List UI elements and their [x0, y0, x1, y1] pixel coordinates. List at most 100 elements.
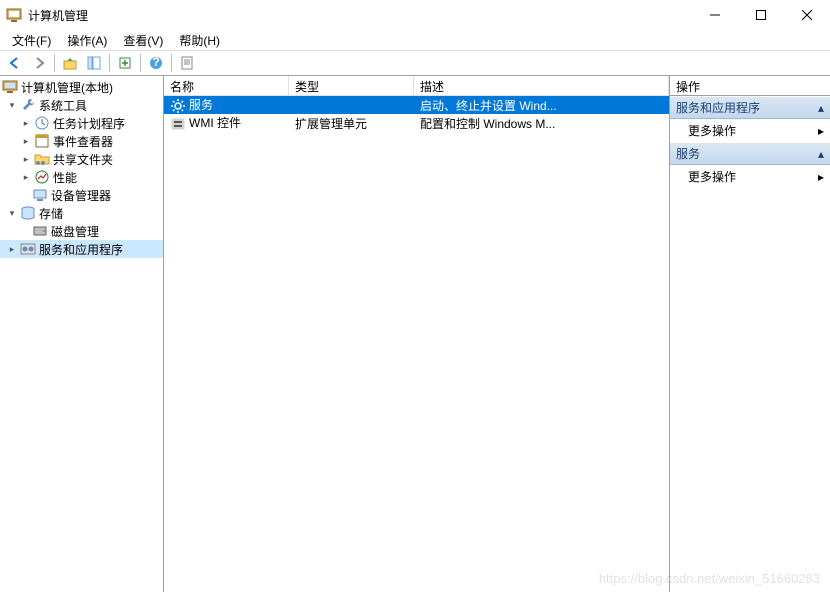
close-button[interactable]	[784, 0, 830, 30]
arrow-left-icon	[8, 56, 22, 70]
actions-more-link[interactable]: 更多操作 ▸	[670, 119, 830, 142]
wrench-icon	[20, 97, 36, 113]
tree-node-event-viewer[interactable]: ▸ 事件查看器	[0, 132, 163, 150]
expand-icon[interactable]: ▸	[20, 117, 32, 129]
disk-icon	[32, 223, 48, 239]
tree-node-storage[interactable]: ▾ 存储	[0, 204, 163, 222]
menu-help[interactable]: 帮助(H)	[171, 30, 228, 51]
actions-header: 操作	[670, 76, 830, 96]
minimize-button[interactable]	[692, 0, 738, 30]
properties-button[interactable]	[176, 52, 198, 74]
actions-section-title[interactable]: 服务 ▴	[670, 142, 830, 165]
collapse-icon[interactable]: ▾	[6, 207, 18, 219]
performance-icon	[34, 169, 50, 185]
expand-icon[interactable]: ▸	[20, 171, 32, 183]
expand-icon[interactable]: ▸	[20, 135, 32, 147]
actions-section-title[interactable]: 服务和应用程序 ▴	[670, 96, 830, 119]
services-apps-icon	[20, 241, 36, 257]
row-name-label: WMI 控件	[189, 116, 241, 130]
expand-icon[interactable]: ▸	[20, 153, 32, 165]
collapse-icon[interactable]: ▾	[6, 99, 18, 111]
toolbar-separator	[140, 54, 141, 72]
tree-label: 设备管理器	[51, 187, 111, 204]
maximize-button[interactable]	[738, 0, 784, 30]
wmi-icon	[170, 116, 186, 132]
menu-bar: 文件(F) 操作(A) 查看(V) 帮助(H)	[0, 30, 830, 50]
tree-node-task-scheduler[interactable]: ▸ 任务计划程序	[0, 114, 163, 132]
tree-node-device-manager[interactable]: 设备管理器	[0, 186, 163, 204]
cell-name: 服务	[164, 96, 289, 114]
expand-icon[interactable]: ▸	[6, 243, 18, 255]
tree-label: 性能	[53, 169, 77, 186]
list-row[interactable]: 服务 启动、终止并设置 Wind...	[164, 96, 669, 114]
collapse-icon: ▴	[818, 147, 824, 161]
title-bar: 计算机管理	[0, 0, 830, 30]
tree-label: 磁盘管理	[51, 223, 99, 240]
tree-pane[interactable]: 计算机管理(本地) ▾ 系统工具 ▸ 任务计划程序	[0, 76, 164, 592]
gear-icon	[170, 98, 186, 114]
chevron-right-icon: ▸	[818, 124, 824, 138]
tree-node-system-tools[interactable]: ▾ 系统工具	[0, 96, 163, 114]
tree-node-services-apps[interactable]: ▸ 服务和应用程序	[0, 240, 163, 258]
toolbar-separator	[109, 54, 110, 72]
cell-name: WMI 控件	[164, 114, 289, 132]
storage-icon	[20, 205, 36, 221]
svg-text:?: ?	[152, 56, 159, 69]
row-name-label: 服务	[189, 98, 213, 112]
computer-icon	[2, 79, 18, 95]
tree-label: 任务计划程序	[53, 115, 125, 132]
toolbar-separator	[171, 54, 172, 72]
cell-type: 扩展管理单元	[289, 115, 414, 132]
list-header: 名称 类型 描述	[164, 76, 669, 96]
folder-up-icon	[63, 56, 77, 70]
collapse-icon: ▴	[818, 101, 824, 115]
cell-description: 启动、终止并设置 Wind...	[414, 97, 669, 114]
column-header-name[interactable]: 名称	[164, 76, 289, 95]
tree-node-shared-folders[interactable]: ▸ 共享文件夹	[0, 150, 163, 168]
event-icon	[34, 133, 50, 149]
properties-icon	[180, 56, 194, 70]
tree-label: 存储	[39, 205, 63, 222]
window-title: 计算机管理	[28, 7, 88, 24]
tree-label: 计算机管理(本地)	[21, 79, 113, 96]
menu-view[interactable]: 查看(V)	[115, 30, 171, 51]
tree-node-disk-management[interactable]: 磁盘管理	[0, 222, 163, 240]
tree-label: 服务和应用程序	[39, 241, 123, 258]
export-list-button[interactable]	[114, 52, 136, 74]
help-button[interactable]: ?	[145, 52, 167, 74]
list-pane: 名称 类型 描述 服务 启动、终止并设置 Wind... WMI 控件 扩展管理单元配…	[164, 76, 670, 592]
device-icon	[32, 187, 48, 203]
shared-folder-icon	[34, 151, 50, 167]
actions-more-link[interactable]: 更多操作 ▸	[670, 165, 830, 188]
back-button[interactable]	[4, 52, 26, 74]
menu-action[interactable]: 操作(A)	[59, 30, 115, 51]
toolbar: ?	[0, 50, 830, 76]
actions-section-label: 服务	[676, 145, 700, 162]
toolbar-separator	[54, 54, 55, 72]
menu-file[interactable]: 文件(F)	[4, 30, 59, 51]
app-icon	[6, 7, 22, 23]
list-row[interactable]: WMI 控件 扩展管理单元配置和控制 Windows M...	[164, 114, 669, 132]
column-header-description[interactable]: 描述	[414, 76, 669, 95]
column-header-type[interactable]: 类型	[289, 76, 414, 95]
tree-label: 共享文件夹	[53, 151, 113, 168]
tree-label: 事件查看器	[53, 133, 113, 150]
clock-icon	[34, 115, 50, 131]
chevron-right-icon: ▸	[818, 170, 824, 184]
actions-section-label: 服务和应用程序	[676, 99, 760, 116]
export-icon	[118, 56, 132, 70]
tree-node-performance[interactable]: ▸ 性能	[0, 168, 163, 186]
actions-pane: 操作 服务和应用程序 ▴ 更多操作 ▸ 服务 ▴ 更多操作 ▸	[670, 76, 830, 592]
list-body[interactable]: 服务 启动、终止并设置 Wind... WMI 控件 扩展管理单元配置和控制 Wind…	[164, 96, 669, 592]
show-hide-tree-button[interactable]	[83, 52, 105, 74]
help-icon: ?	[149, 56, 163, 70]
actions-link-label: 更多操作	[688, 122, 736, 139]
tree-icon	[87, 56, 101, 70]
up-button[interactable]	[59, 52, 81, 74]
tree-node-root[interactable]: 计算机管理(本地)	[0, 78, 163, 96]
tree-label: 系统工具	[39, 97, 87, 114]
arrow-right-icon	[32, 56, 46, 70]
forward-button[interactable]	[28, 52, 50, 74]
actions-link-label: 更多操作	[688, 168, 736, 185]
cell-description: 配置和控制 Windows M...	[414, 115, 669, 132]
